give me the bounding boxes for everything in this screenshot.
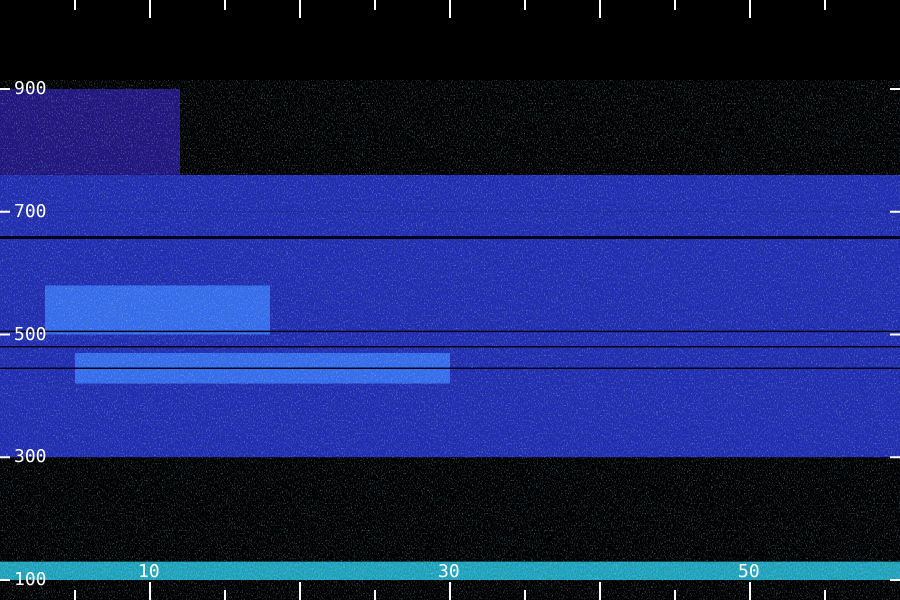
y-tick-label-0: 900 (14, 78, 47, 99)
y-tick-label-2: 500 (14, 323, 47, 345)
x-tick-label-0: 10 (138, 561, 160, 582)
x-tick-label-1: 30 (438, 561, 460, 582)
y-tick-label-4: 100 (14, 569, 47, 590)
y-tick-label-1: 700 (14, 200, 47, 222)
noise-speckle (0, 80, 900, 600)
spectrogram-canvas (0, 0, 900, 600)
y-tick-label-3: 300 (14, 446, 47, 468)
x-tick-label-2: 50 (738, 561, 760, 582)
